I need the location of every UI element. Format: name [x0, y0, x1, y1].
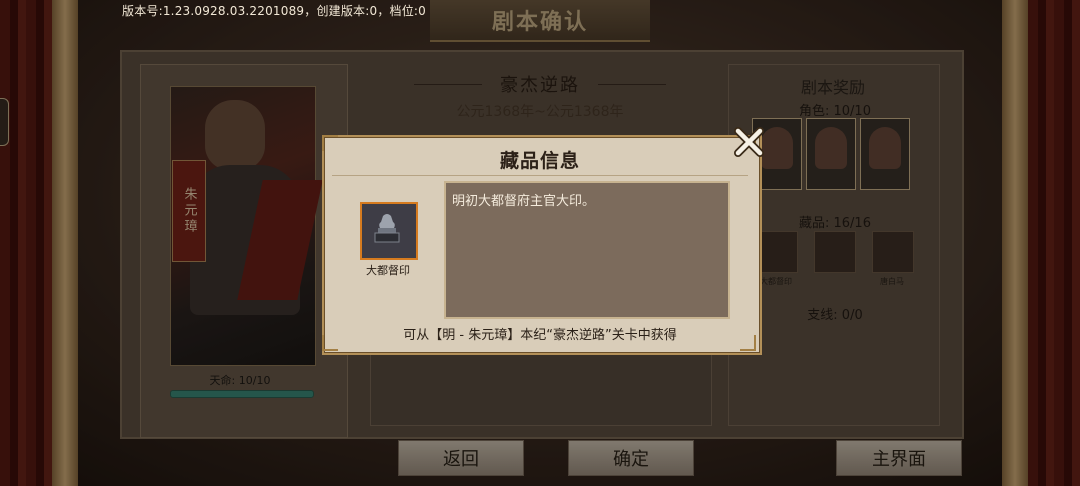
modal-title-divider	[332, 175, 748, 176]
collectible-description: 明初大都督府主官大印。	[452, 194, 596, 209]
close-icon[interactable]	[732, 125, 766, 159]
collectible-item-name: 大都督印	[366, 264, 410, 277]
collectible-source: 可从【明 - 朱元璋】本纪“豪杰逆路”关卡中获得	[403, 328, 677, 343]
seal-icon	[374, 214, 400, 243]
game-stage: 剧本确认 朱元璋 天命: 10/10 豪杰逆路 公元1368年~公元1368年 …	[0, 0, 1080, 486]
modal-title: 藏品信息	[499, 150, 580, 172]
modal-corner-ornament	[740, 335, 756, 351]
version-info: 版本号:1.23.0928.03.2201089，创建版本:0，档位:0	[122, 4, 427, 18]
modal-corner-ornament	[322, 335, 338, 351]
